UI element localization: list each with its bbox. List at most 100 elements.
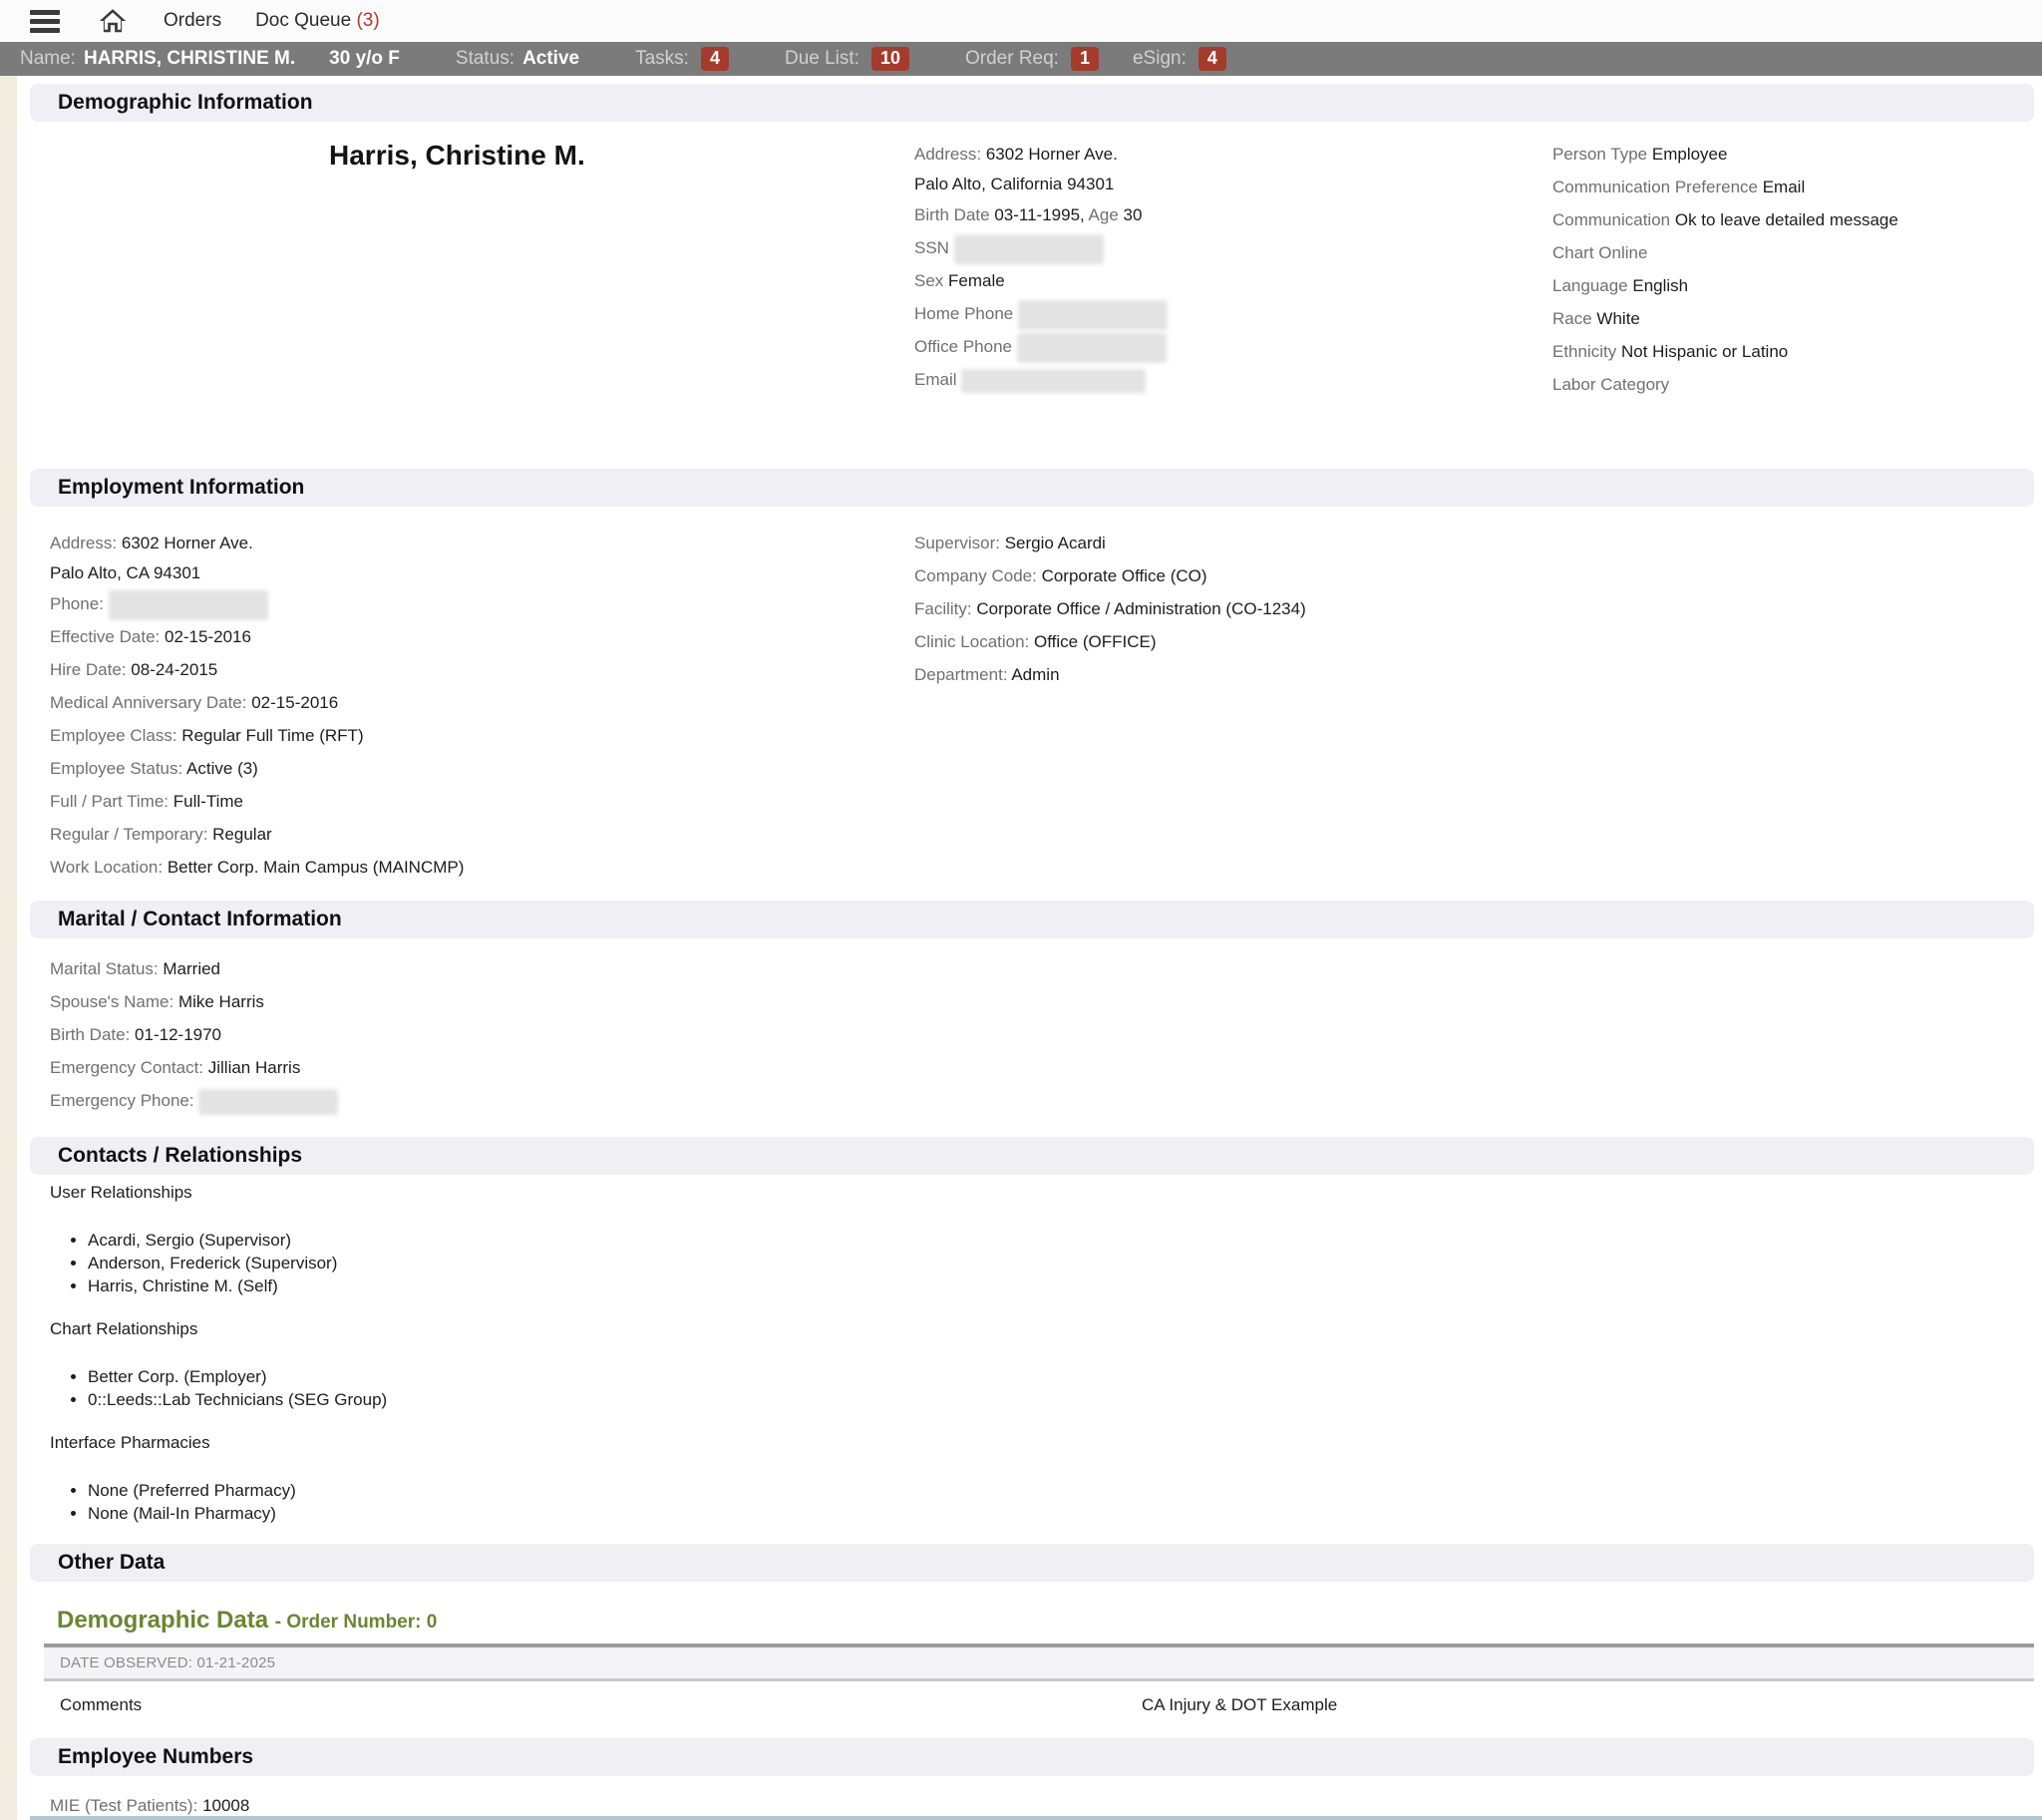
field-language: Language English (1552, 269, 1898, 302)
field-work-location: Work Location: Better Corp. Main Campus … (50, 851, 464, 884)
section-title: Demographic Information (58, 91, 313, 115)
field-address-line2: Palo Alto, California 94301 (914, 171, 1168, 198)
field-facility: Facility: Corporate Office / Administrat… (914, 592, 1306, 625)
redacted-ssn (954, 234, 1104, 264)
demographic-right-column: Person Type Employee Communication Prefe… (1552, 138, 1898, 401)
interface-pharmacies-heading: Interface Pharmacies (50, 1432, 2042, 1454)
field-employee-class: Employee Class: Regular Full Time (RFT) (50, 719, 464, 752)
order-number: - Order Number: 0 (275, 1612, 438, 1633)
field-home-phone: Home Phone (914, 297, 1168, 330)
field-effective-date: Effective Date: 02-15-2016 (50, 620, 464, 653)
order-req-label: Order Req: (965, 48, 1059, 70)
field-email: Email (914, 363, 1168, 396)
list-item: None (Mail-In Pharmacy) (88, 1502, 2042, 1525)
section-title: Contacts / Relationships (58, 1144, 302, 1168)
patient-name: HARRIS, CHRISTINE M. (84, 48, 295, 70)
patient-display-name: Harris, Christine M. (329, 140, 585, 172)
section-title: Other Data (58, 1551, 165, 1575)
order-req-count-badge[interactable]: 1 (1071, 47, 1099, 71)
comments-label: Comments (60, 1695, 142, 1715)
patient-banner: Name: HARRIS, CHRISTINE M. 30 y/o F Stat… (0, 42, 2042, 76)
field-emergency-phone: Emergency Phone: (50, 1084, 338, 1117)
other-data-table: DATE OBSERVED: 01-21-2025 Comments CA In… (44, 1643, 2034, 1733)
field-mie-test-patients: MIE (Test Patients): 10008 (50, 1795, 2042, 1817)
list-item: None (Preferred Pharmacy) (88, 1479, 2042, 1502)
field-supervisor: Supervisor: Sergio Acardi (914, 527, 1306, 559)
redacted-email (961, 369, 1146, 393)
comments-value: CA Injury & DOT Example (1142, 1695, 1337, 1715)
doc-queue-label: Doc Queue (255, 10, 351, 31)
marital-section: Marital Status: Married Spouse's Name: M… (0, 938, 2042, 1137)
interface-pharmacies-list: None (Preferred Pharmacy) None (Mail-In … (0, 1479, 2042, 1525)
due-list-label: Due List: (785, 48, 859, 70)
bottom-edge-divider (30, 1816, 2042, 1820)
list-item: Acardi, Sergio (Supervisor) (88, 1229, 2042, 1252)
field-company-code: Company Code: Corporate Office (CO) (914, 559, 1306, 592)
status-label: Status: (456, 48, 514, 70)
doc-queue-count: (3) (356, 10, 379, 31)
section-title: Employee Numbers (58, 1745, 253, 1769)
order-subtitle: Demographic Data (57, 1607, 268, 1634)
home-icon[interactable] (96, 6, 130, 36)
list-item: Anderson, Frederick (Supervisor) (88, 1252, 2042, 1274)
demographic-data-order-heading: Demographic Data - Order Number: 0 (57, 1606, 2042, 1638)
patient-age-sex: 30 y/o F (329, 48, 400, 70)
name-label: Name: (20, 48, 76, 70)
employment-section: Address: 6302 Horner Ave. Palo Alto, CA … (0, 507, 2042, 901)
section-title: Employment Information (58, 476, 304, 500)
field-chart-online: Chart Online (1552, 236, 1898, 269)
redacted-home-phone (1018, 300, 1168, 330)
demographic-section: Harris, Christine M. Address: 6302 Horne… (0, 122, 2042, 469)
esign-label: eSign: (1133, 48, 1187, 70)
demographic-middle-column: Address: 6302 Horner Ave. Palo Alto, Cal… (914, 138, 1168, 396)
field-clinic-location: Clinic Location: Office (OFFICE) (914, 625, 1306, 658)
redacted-emergency-phone (198, 1089, 338, 1115)
redacted-emp-phone (109, 590, 268, 620)
field-communication-preference: Communication Preference Email (1552, 171, 1898, 203)
redacted-office-phone (1017, 333, 1167, 363)
field-medical-anniversary-date: Medical Anniversary Date: 02-15-2016 (50, 686, 464, 719)
list-item: Better Corp. (Employer) (88, 1365, 2042, 1388)
field-race: Race White (1552, 302, 1898, 335)
due-list-count-badge[interactable]: 10 (871, 47, 909, 71)
field-department: Department: Admin (914, 658, 1306, 691)
esign-count-badge[interactable]: 4 (1198, 47, 1226, 71)
field-birth-date: Birth Date 03-11-1995, Age 30 (914, 198, 1168, 231)
marital-column: Marital Status: Married Spouse's Name: M… (50, 952, 338, 1117)
field-spouse-name: Spouse's Name: Mike Harris (50, 985, 338, 1018)
field-emp-phone: Phone: (50, 587, 464, 620)
comments-row: Comments CA Injury & DOT Example (44, 1681, 2034, 1733)
section-header-contacts-relationships: Contacts / Relationships (30, 1137, 2034, 1175)
field-regular-temporary: Regular / Temporary: Regular (50, 818, 464, 851)
top-app-bar: Orders Doc Queue (3) (0, 0, 2042, 42)
list-item: 0::Leeds::Lab Technicians (SEG Group) (88, 1388, 2042, 1411)
field-sex: Sex Female (914, 264, 1168, 297)
field-emp-address: Address: 6302 Horner Ave. (50, 527, 464, 559)
field-marital-status: Marital Status: Married (50, 952, 338, 985)
employment-left-column: Address: 6302 Horner Ave. Palo Alto, CA … (50, 527, 464, 884)
field-address: Address: 6302 Horner Ave. (914, 138, 1168, 171)
chart-relationships-list: Better Corp. (Employer) 0::Leeds::Lab Te… (0, 1365, 2042, 1411)
field-communication: Communication Ok to leave detailed messa… (1552, 203, 1898, 236)
section-header-employment-information: Employment Information (30, 469, 2034, 507)
hamburger-menu-icon[interactable] (30, 10, 60, 33)
field-emergency-contact: Emergency Contact: Jillian Harris (50, 1051, 338, 1084)
section-title: Marital / Contact Information (58, 908, 342, 931)
nav-doc-queue[interactable]: Doc Queue (3) (255, 10, 380, 32)
field-office-phone: Office Phone (914, 330, 1168, 363)
field-labor-category: Labor Category (1552, 368, 1898, 401)
section-header-demographic-information: Demographic Information (30, 84, 2034, 122)
list-item: Harris, Christine M. (Self) (88, 1274, 2042, 1297)
tasks-label: Tasks: (635, 48, 689, 70)
field-ethnicity: Ethnicity Not Hispanic or Latino (1552, 335, 1898, 368)
field-spouse-birth-date: Birth Date: 01-12-1970 (50, 1018, 338, 1051)
contacts-section: User Relationships Acardi, Sergio (Super… (0, 1182, 2042, 1544)
field-person-type: Person Type Employee (1552, 138, 1898, 171)
tasks-count-badge[interactable]: 4 (701, 47, 729, 71)
status-value: Active (522, 48, 579, 70)
user-relationships-list: Acardi, Sergio (Supervisor) Anderson, Fr… (0, 1229, 2042, 1297)
section-header-employee-numbers: Employee Numbers (30, 1738, 2034, 1776)
employment-right-column: Supervisor: Sergio Acardi Company Code: … (914, 527, 1306, 691)
date-observed-row: DATE OBSERVED: 01-21-2025 (44, 1647, 2034, 1681)
nav-orders[interactable]: Orders (164, 10, 221, 32)
